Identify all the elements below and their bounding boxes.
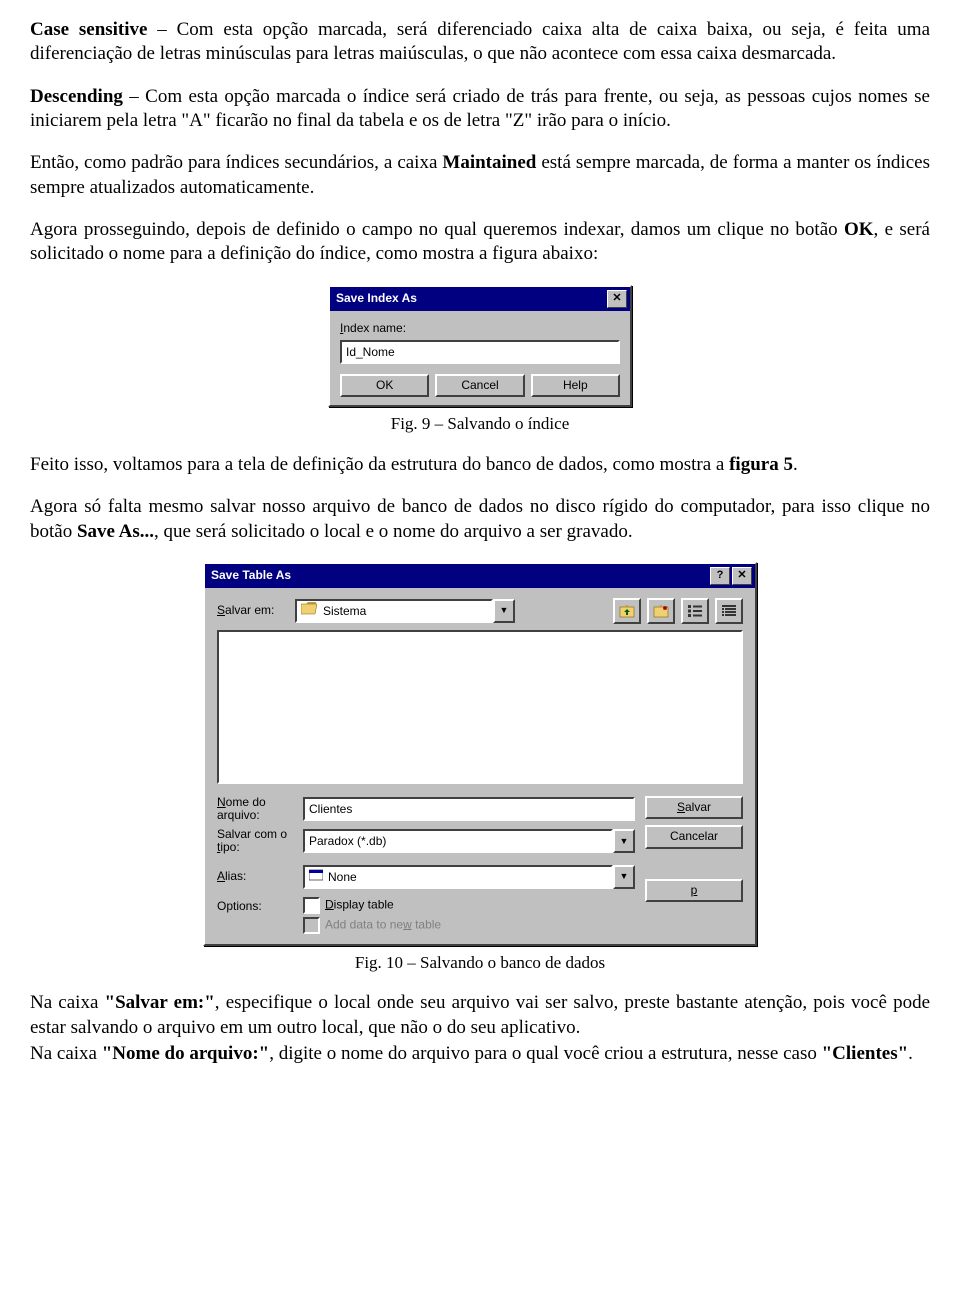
options-label: Options: <box>217 897 303 914</box>
close-icon[interactable]: ✕ <box>732 567 752 585</box>
paragraph-back-to-fig5: Feito isso, voltamos para a tela de defi… <box>30 453 930 477</box>
list-view-icon[interactable] <box>681 598 709 624</box>
dialog1-titlebar: Save Index As ✕ <box>330 287 630 311</box>
file-list-area[interactable] <box>217 630 743 784</box>
new-folder-icon[interactable] <box>647 598 675 624</box>
salvar-em-label: Salvar em: <box>217 603 287 618</box>
paragraph-case-sensitive: Case sensitive – Com esta opção marcada,… <box>30 18 930 67</box>
term-case-sensitive: Case sensitive <box>30 19 147 40</box>
term-figura5: figura 5 <box>729 454 793 475</box>
paragraph-maintained: Então, como padrão para índices secundár… <box>30 151 930 200</box>
paragraph-nome-arquivo: Na caixa "Nome do arquivo:", digite o no… <box>30 1042 930 1066</box>
alias-icon <box>309 869 323 885</box>
term-save-as: Save As... <box>77 521 154 542</box>
index-name-input[interactable]: Id_Nome <box>340 340 620 364</box>
tipo-label: Salvar com otipo: <box>217 828 303 854</box>
figure-9-container: Save Index As ✕ Index name: Id_Nome OK C… <box>30 285 930 408</box>
chevron-down-icon[interactable]: ▼ <box>613 865 635 889</box>
salvar-em-select[interactable]: Sistema <box>295 599 493 623</box>
alias-value: None <box>328 869 357 885</box>
alias-label: Alias: <box>217 869 303 884</box>
alias-select[interactable]: None <box>303 865 613 889</box>
term-nome-arquivo: "Nome do arquivo:" <box>102 1043 269 1064</box>
dialog1-title: Save Index As <box>336 291 605 306</box>
help-icon[interactable]: ? <box>710 567 730 585</box>
dialog2-titlebar: Save Table As ? ✕ <box>205 564 755 588</box>
option-display-table[interactable]: Display table <box>303 897 635 914</box>
figure-9-caption: Fig. 9 – Salvando o índice <box>30 413 930 435</box>
details-view-icon[interactable] <box>715 598 743 624</box>
checkbox-icon[interactable] <box>303 897 320 914</box>
salvar-button[interactable]: Salvar <box>645 796 743 819</box>
up-folder-icon[interactable] <box>613 598 641 624</box>
help-button[interactable]: Help <box>531 374 620 397</box>
close-icon[interactable]: ✕ <box>607 290 627 308</box>
index-name-label: Index name: <box>340 321 620 336</box>
dialog2-title: Save Table As <box>211 568 708 583</box>
save-index-dialog: Save Index As ✕ Index name: Id_Nome OK C… <box>328 285 632 408</box>
cancelar-button[interactable]: Cancelar <box>645 825 743 848</box>
term-clientes: "Clientes" <box>822 1043 909 1064</box>
paragraph-ok-click: Agora prosseguindo, depois de definido o… <box>30 218 930 267</box>
folder-open-icon <box>301 602 317 619</box>
figure-10-container: Save Table As ? ✕ Salvar em: Sistema ▼ <box>30 562 930 946</box>
tipo-select[interactable]: Paradox (*.db) <box>303 829 613 853</box>
nome-arquivo-input[interactable]: Clientes <box>303 797 635 821</box>
term-salvar-em: "Salvar em:" <box>105 992 215 1013</box>
option-add-data: Add data to new table <box>303 917 635 934</box>
p-button[interactable]: p <box>645 879 743 902</box>
nome-arquivo-label: Nome doarquivo: <box>217 796 303 822</box>
paragraph-save-as: Agora só falta mesmo salvar nosso arquiv… <box>30 495 930 544</box>
chevron-down-icon[interactable]: ▼ <box>613 829 635 853</box>
term-maintained: Maintained <box>442 152 536 173</box>
save-table-dialog: Save Table As ? ✕ Salvar em: Sistema ▼ <box>203 562 757 946</box>
chevron-down-icon[interactable]: ▼ <box>493 599 515 623</box>
checkbox-disabled-icon <box>303 917 320 934</box>
cancel-button[interactable]: Cancel <box>435 374 524 397</box>
paragraph-descending: Descending – Com esta opção marcada o ín… <box>30 85 930 134</box>
ok-button[interactable]: OK <box>340 374 429 397</box>
term-descending: Descending <box>30 86 123 107</box>
figure-10-caption: Fig. 10 – Salvando o banco de dados <box>30 952 930 974</box>
paragraph-salvar-em: Na caixa "Salvar em:", especifique o loc… <box>30 991 930 1040</box>
salvar-em-value: Sistema <box>323 603 366 619</box>
term-ok: OK <box>844 219 874 240</box>
